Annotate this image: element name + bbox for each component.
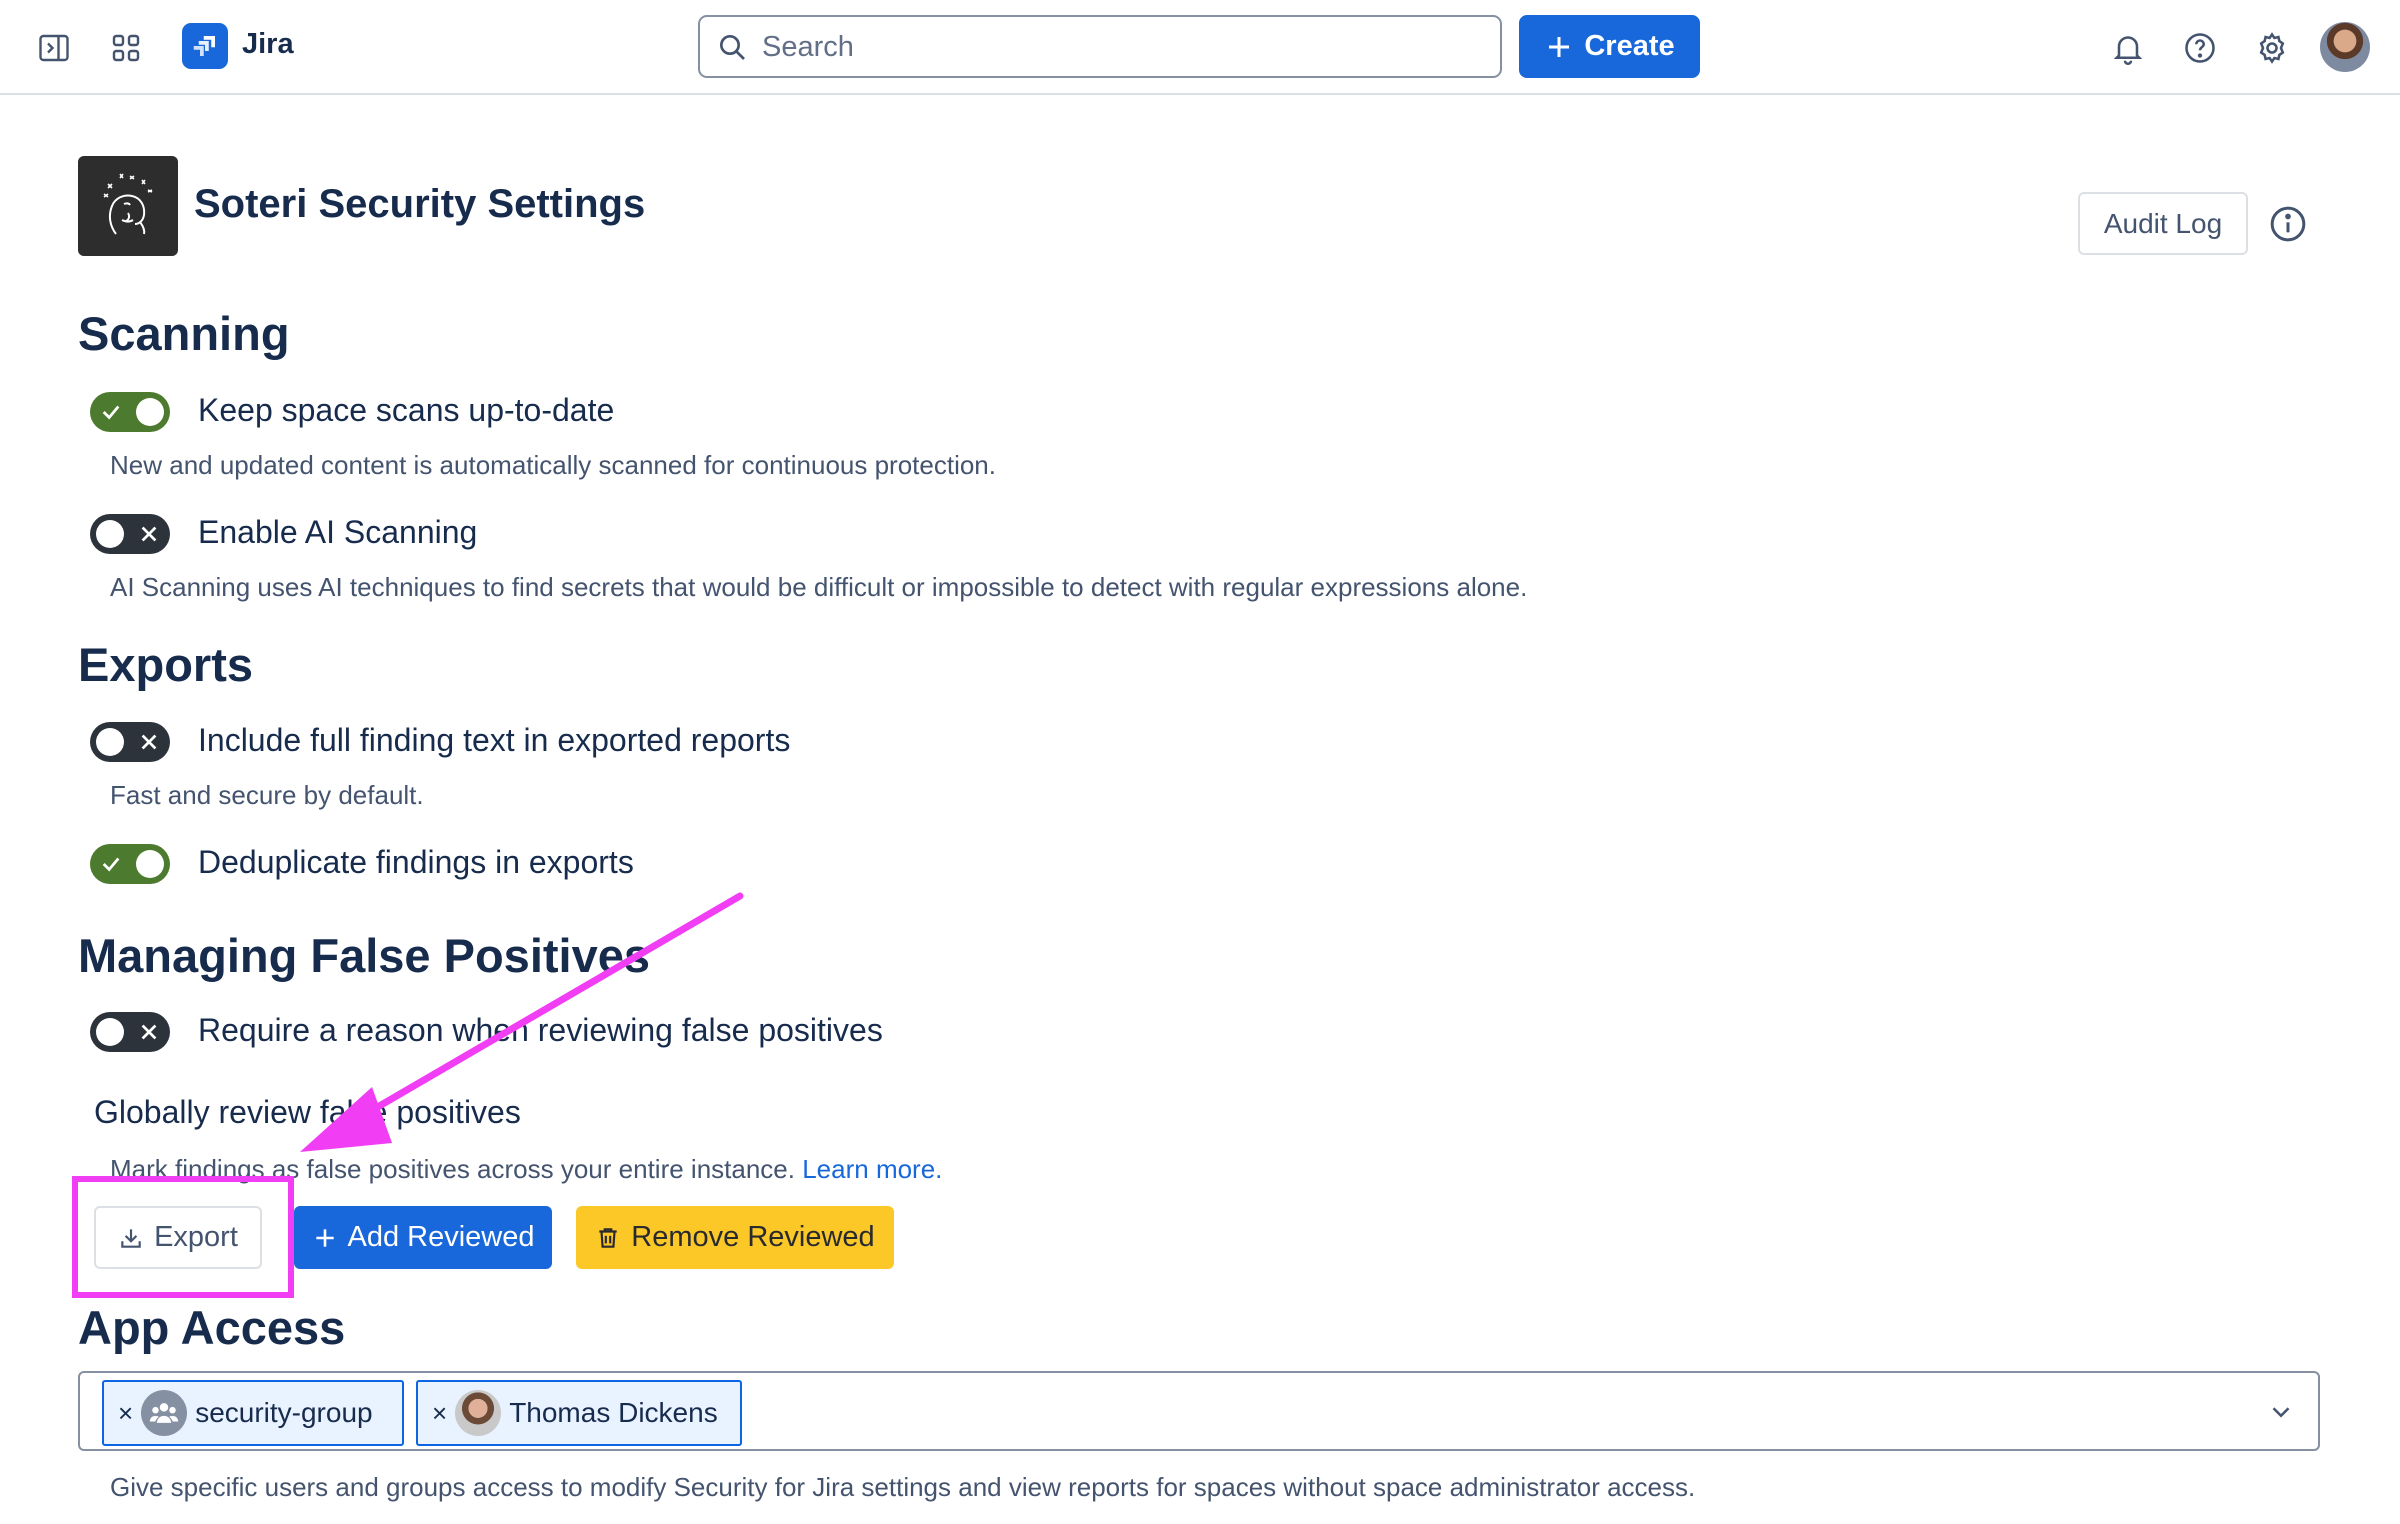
group-icon (141, 1390, 188, 1436)
arrow-annotation (300, 892, 744, 1152)
toggle-knob (96, 728, 124, 756)
option-description: Fast and secure by default. (110, 780, 424, 810)
option-label: Include full finding text in exported re… (198, 722, 791, 758)
chip-label: security-group (195, 1397, 373, 1428)
global-review-label: Globally review false positives (94, 1094, 521, 1130)
jira-logo-icon[interactable] (182, 23, 228, 69)
top-navigation-bar: Jira Create (0, 0, 2400, 95)
highlight-box-annotation (72, 1176, 294, 1298)
search-icon (720, 35, 745, 60)
search-field[interactable] (698, 15, 1502, 78)
toggle-knob (96, 520, 124, 548)
chevron-down-icon[interactable] (2266, 1397, 2296, 1427)
plus-icon (315, 1228, 334, 1247)
trash-icon (599, 1227, 617, 1248)
close-icon (141, 1024, 157, 1040)
sidebar-toggle-icon[interactable] (30, 24, 78, 72)
help-icon[interactable] (2176, 24, 2224, 72)
section-heading-app-access: App Access (78, 1301, 346, 1354)
toggle-keep-scans-up-to-date[interactable] (90, 392, 170, 432)
toggle-knob (136, 398, 164, 426)
toggle-knob (136, 850, 164, 878)
chip-security-group: × security-group (102, 1380, 404, 1446)
app-access-select[interactable]: × security-group × Thomas Dickens (78, 1371, 2320, 1451)
section-heading-exports: Exports (78, 638, 253, 691)
audit-log-button[interactable]: Audit Log (2078, 192, 2248, 255)
toggle-include-full-finding-text[interactable] (90, 722, 170, 762)
remove-reviewed-button-label: Remove Reviewed (631, 1221, 875, 1253)
chip-remove-button[interactable]: × (118, 1398, 133, 1429)
option-label: Enable AI Scanning (198, 514, 478, 550)
app-switcher-icon[interactable] (102, 24, 150, 72)
app-access-description: Give specific users and groups access to… (110, 1472, 1696, 1502)
page-title: Soteri Security Settings (194, 182, 646, 226)
option-label: Require a reason when reviewing false po… (198, 1012, 883, 1048)
avatar (455, 1390, 502, 1436)
chip-thomas-dickens: × Thomas Dickens (416, 1380, 742, 1446)
check-icon (102, 857, 120, 872)
toggle-enable-ai-scanning[interactable] (90, 514, 170, 554)
bell-icon[interactable] (2104, 24, 2152, 72)
chip-remove-button[interactable]: × (432, 1398, 447, 1429)
learn-more-link[interactable]: Learn more. (802, 1154, 942, 1184)
option-description: AI Scanning uses AI techniques to find s… (110, 572, 1528, 602)
toggle-knob (96, 1018, 124, 1046)
search-input[interactable] (762, 25, 1482, 69)
create-button-label: Create (1584, 30, 1675, 62)
option-label: Keep space scans up-to-date (198, 392, 615, 428)
option-description: New and updated content is automatically… (110, 450, 996, 480)
app-name[interactable]: Jira (242, 28, 294, 61)
remove-reviewed-button[interactable]: Remove Reviewed (576, 1206, 894, 1269)
add-reviewed-button-label: Add Reviewed (347, 1221, 535, 1253)
section-heading-scanning: Scanning (78, 307, 290, 360)
gear-icon[interactable] (2248, 24, 2296, 72)
create-button[interactable]: Create (1519, 15, 1700, 78)
user-avatar[interactable] (2320, 22, 2370, 72)
soteri-logo-icon (78, 156, 178, 256)
close-icon (141, 526, 157, 542)
toggle-require-reason[interactable] (90, 1012, 170, 1052)
toggle-deduplicate-findings[interactable] (90, 844, 170, 884)
option-label: Deduplicate findings in exports (198, 844, 634, 880)
section-heading-false-positives: Managing False Positives (78, 929, 651, 982)
info-icon[interactable] (2268, 204, 2308, 244)
chip-label: Thomas Dickens (509, 1397, 718, 1428)
plus-icon (1549, 36, 1570, 57)
close-icon (141, 734, 157, 750)
add-reviewed-button[interactable]: Add Reviewed (294, 1206, 552, 1269)
check-icon (102, 405, 120, 420)
